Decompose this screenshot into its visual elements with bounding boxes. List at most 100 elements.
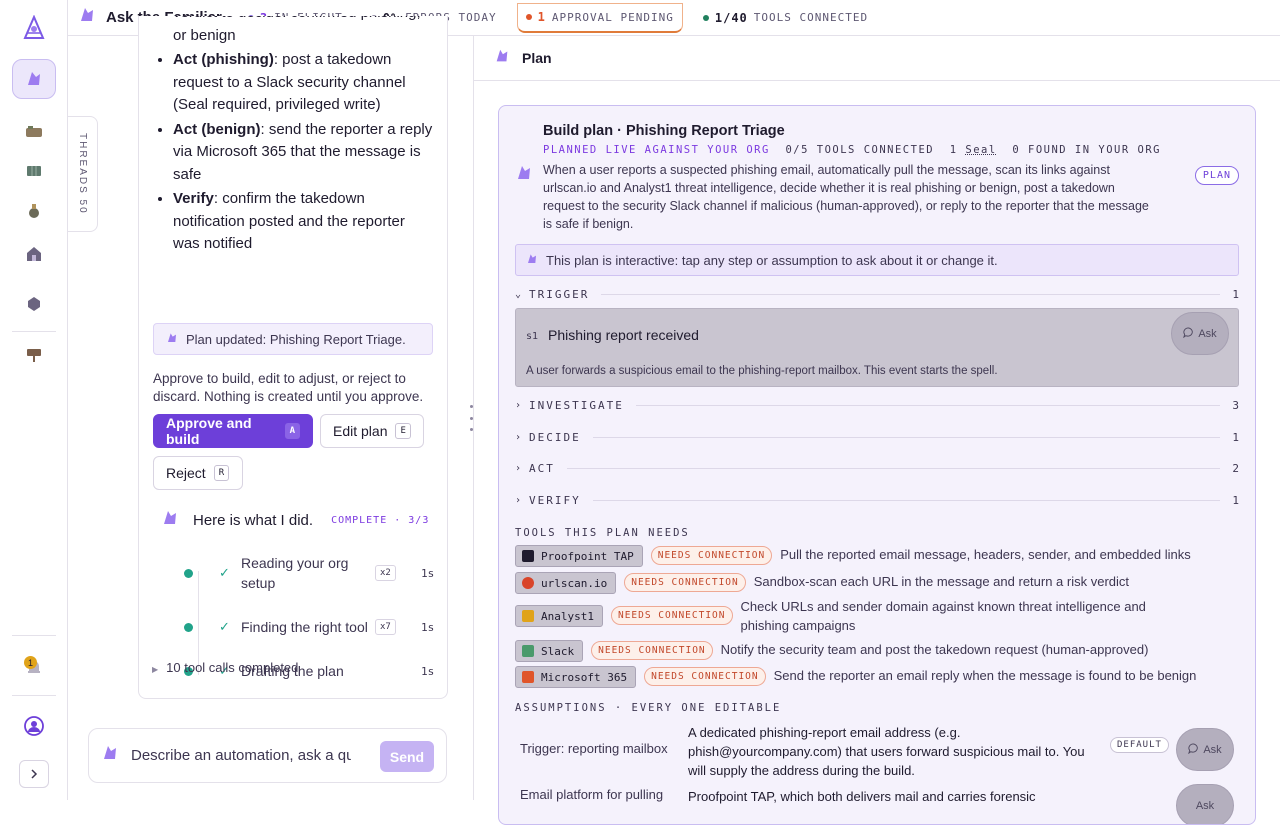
section-rule (592, 436, 1221, 438)
plan-pane-header: Plan (474, 36, 1280, 81)
rail-gem-icon[interactable] (12, 284, 56, 324)
rail-potion-icon[interactable] (12, 191, 56, 231)
assumption-key: Trigger: reporting mailbox (520, 741, 668, 756)
edit-plan-button[interactable]: Edit plan E (320, 414, 424, 448)
tool-chip[interactable]: Proofpoint TAP (515, 545, 643, 567)
section-rule (592, 499, 1221, 501)
ask-button[interactable]: Ask (1176, 784, 1234, 824)
approve-and-build-button[interactable]: Approve and build A (153, 414, 313, 448)
plan-pane-title: Plan (522, 50, 552, 66)
microsoft365-icon (522, 671, 534, 683)
check-icon: ✓ (219, 565, 230, 580)
needs-connection-badge: NEEDS CONNECTION (644, 667, 766, 686)
ask-label: Ask (1198, 327, 1217, 340)
tool-row[interactable]: Slack NEEDS CONNECTION Notify the securi… (515, 640, 1239, 662)
build-plan-card: Build plan · Phishing Report Triage PLAN… (498, 105, 1256, 825)
seal-count: 1 (949, 144, 958, 156)
step-id: s1 (526, 331, 539, 342)
message-input[interactable] (131, 747, 351, 764)
ask-label: Ask (1195, 799, 1215, 812)
chat-message-card: verdict to decide: confirmed phishing, o… (138, 16, 448, 699)
section-trigger[interactable]: ⌄ TRIGGER 1 (515, 284, 1239, 304)
tool-chip[interactable]: Slack (515, 640, 584, 662)
reject-button[interactable]: Reject R (153, 456, 243, 490)
button-label: Edit plan (333, 423, 388, 439)
rail-spells-icon[interactable] (12, 112, 56, 152)
needs-connection-badge: NEEDS CONNECTION (650, 546, 773, 565)
tool-row[interactable]: Proofpoint TAP NEEDS CONNECTION Pull the… (515, 545, 1239, 567)
rail-divider (12, 331, 56, 332)
tool-row[interactable]: Microsoft 365 NEEDS CONNECTION Send the … (515, 666, 1239, 688)
section-verify[interactable]: › VERIFY 1 (515, 490, 1239, 510)
familiar-icon (166, 332, 178, 347)
left-rail: 1 (0, 0, 68, 800)
step-label: Finding the right tool (241, 619, 368, 635)
stat-value: 1 (537, 10, 546, 24)
profile-avatar-icon[interactable] (12, 706, 56, 746)
section-count: 1 (1232, 493, 1239, 507)
familiar-icon (526, 253, 538, 268)
planned-live-label: PLANNED LIVE AGAINST YOUR ORG (543, 144, 770, 156)
assumption-row[interactable]: Trigger: reporting mailbox A dedicated p… (515, 723, 1239, 779)
ask-button[interactable]: Ask (1176, 728, 1234, 771)
familiar-icon (78, 6, 96, 29)
rail-familiar-icon[interactable] (12, 59, 56, 99)
activity-status: COMPLETE · 3/3 (331, 514, 430, 526)
tool-chip[interactable]: urlscan.io (515, 572, 617, 594)
urlscan-icon (522, 577, 534, 589)
status-dot-icon (525, 14, 532, 20)
tool-chip[interactable]: Microsoft 365 (515, 666, 637, 688)
tool-name: Microsoft 365 (541, 670, 628, 684)
shortcut-key: R (213, 465, 230, 481)
assumption-value: Proofpoint TAP, which both delivers mail… (688, 789, 1036, 804)
resize-handle-icon[interactable] (468, 405, 474, 431)
section-rule (566, 467, 1221, 469)
activity-summary-header[interactable]: Here is what I did. COMPLETE · 3/3 (153, 506, 443, 534)
interactive-plan-notice: This plan is interactive: tap any step o… (515, 244, 1239, 276)
seal-link[interactable]: Seal (965, 144, 996, 156)
button-label: Approve and build (166, 415, 252, 447)
section-rule (635, 404, 1221, 406)
plan-meta: PLANNED LIVE AGAINST YOUR ORG 0/5 TOOLS … (543, 144, 1161, 156)
message-composer: Send (88, 728, 447, 783)
tool-name: urlscan.io (541, 576, 608, 590)
threads-tab[interactable]: THREADS 50 (68, 116, 98, 232)
rail-divider (12, 695, 56, 696)
list-item: Act (phishing): post a takedown request … (173, 49, 433, 117)
section-decide[interactable]: › DECIDE 1 (515, 427, 1239, 447)
step-dot-icon (184, 568, 193, 578)
tool-row[interactable]: urlscan.io NEEDS CONNECTION Sandbox-scan… (515, 572, 1239, 594)
step-count: x7 (375, 619, 396, 635)
assumption-row[interactable]: Email platform for pulling Proofpoint TA… (515, 784, 1239, 824)
trigger-step-card[interactable]: s1 Phishing report received A user forwa… (515, 308, 1239, 387)
tool-calls-toggle[interactable]: ▶ 10 tool calls completed (152, 660, 298, 675)
rail-map-icon[interactable] (12, 151, 56, 191)
section-investigate[interactable]: › INVESTIGATE 3 (515, 395, 1239, 415)
plan-updated-notice[interactable]: Plan updated: Phishing Report Triage. (153, 323, 433, 355)
tool-description: Pull the reported email message, headers… (780, 547, 1191, 562)
section-act[interactable]: › ACT 2 (515, 458, 1239, 478)
tool-name: Proofpoint TAP (541, 549, 634, 563)
tool-row[interactable]: Analyst1 NEEDS CONNECTION Check URLs and… (515, 597, 1239, 635)
rail-house-icon[interactable] (12, 234, 56, 274)
plan-steps-list: verdict to decide: confirmed phishing, o… (153, 16, 433, 258)
familiar-logo-icon[interactable] (12, 8, 56, 48)
notifications-bell-icon[interactable]: 1 (12, 647, 56, 687)
section-count: 3 (1232, 398, 1239, 412)
expand-rail-chevron-right-icon[interactable] (19, 760, 49, 788)
notification-count-badge: 1 (24, 656, 37, 669)
tool-chip[interactable]: Analyst1 (515, 605, 603, 627)
send-button[interactable]: Send (380, 741, 434, 772)
stat-tools-connected[interactable]: 1/40 TOOLS CONNECTED (695, 3, 876, 33)
tool-name: Analyst1 (541, 609, 594, 623)
plan-title: Build plan · Phishing Report Triage (543, 123, 785, 139)
ask-button[interactable]: Ask (1171, 312, 1229, 355)
chevron-right-icon: › (515, 431, 522, 443)
stat-approval-pending[interactable]: 1 APPROVAL PENDING (516, 2, 683, 33)
activity-step[interactable]: ✓ Finding the right tool x7 1s (184, 617, 439, 637)
interactive-note: This plan is interactive: tap any step o… (546, 252, 998, 268)
stat-label: TOOLS CONNECTED (753, 11, 869, 24)
default-badge: DEFAULT (1110, 737, 1169, 753)
activity-step[interactable]: ✓ Reading your org setup x2 1s (184, 555, 439, 591)
rail-signpost-icon[interactable] (12, 335, 56, 375)
